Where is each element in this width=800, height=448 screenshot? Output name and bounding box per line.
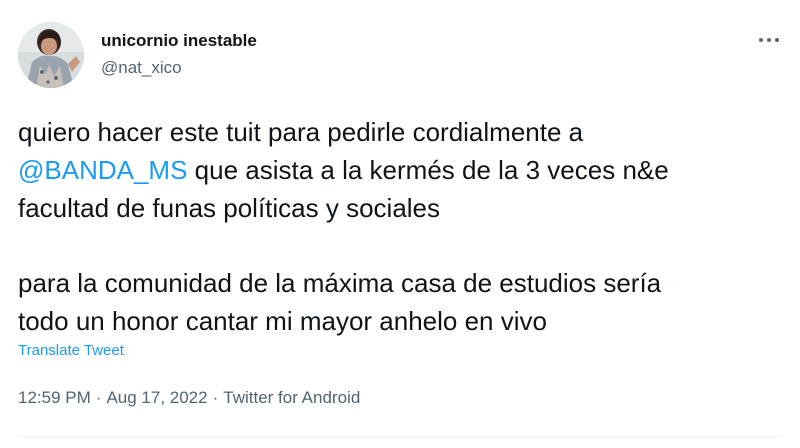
tweet-line-2: @BANDA_MS que asista a la kermés de la 3…	[18, 151, 788, 189]
mention-link[interactable]: @BANDA_MS	[18, 155, 187, 185]
avatar-photo	[18, 22, 84, 88]
more-options-button[interactable]	[754, 30, 784, 50]
more-horizontal-icon	[759, 38, 779, 42]
meta-separator: ·	[212, 388, 219, 407]
tweet-meta: 12:59 PM · Aug 17, 2022 · Twitter for Androi…	[18, 388, 360, 408]
tweet-line-1: quiero hacer este tuit para pedirle cord…	[18, 117, 584, 147]
tweet-line-2-text: que asista a la kermés de la 3 veces n&e	[187, 155, 669, 185]
translate-tweet-link[interactable]: Translate Tweet	[18, 342, 124, 359]
tweet-line-5: todo un honor cantar mi mayor anhelo en …	[18, 306, 547, 336]
tweet-source[interactable]: Twitter for Android	[223, 388, 360, 407]
author-handle[interactable]: @nat_xico	[101, 58, 182, 78]
tweet-line-4: para la comunidad de la máxima casa de e…	[18, 268, 662, 298]
tweet-card: unicornio inestable @nat_xico quiero hac…	[0, 0, 800, 448]
meta-separator: ·	[95, 388, 102, 407]
tweet-line-3: facultad de funas políticas y sociales	[18, 193, 441, 223]
avatar[interactable]	[18, 22, 84, 88]
tweet-text: quiero hacer este tuit para pedirle cord…	[18, 113, 788, 340]
tweet-time[interactable]: 12:59 PM	[18, 388, 91, 407]
divider	[18, 436, 782, 437]
tweet-date[interactable]: Aug 17, 2022	[106, 388, 207, 407]
author-display-name[interactable]: unicornio inestable	[101, 31, 257, 51]
